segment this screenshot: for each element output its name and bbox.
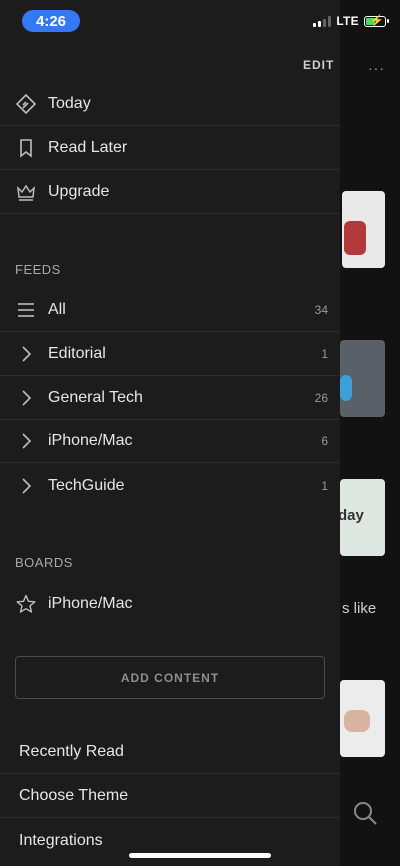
edit-button[interactable]: EDIT [303, 58, 334, 72]
menu-item-label: Choose Theme [19, 787, 129, 804]
feed-item-label: iPhone/Mac [48, 432, 133, 449]
article-thumbnail[interactable] [342, 191, 385, 268]
signal-icon [313, 15, 332, 27]
crown-icon [15, 181, 37, 203]
article-thumbnail[interactable] [340, 680, 385, 757]
status-indicators: LTE ⚡ [313, 14, 389, 28]
feeds-heading: FEEDS [15, 262, 61, 277]
article-title-fragment: s like [342, 600, 377, 617]
feed-item-label: All [48, 301, 66, 318]
chevron-right-icon[interactable] [15, 475, 37, 497]
menu-item-choose-theme[interactable]: Choose Theme [0, 775, 340, 818]
unread-count: 1 [321, 347, 328, 361]
nav-item-today[interactable]: Today [0, 83, 340, 126]
chevron-right-icon[interactable] [15, 387, 37, 409]
article-thumbnail-text: day [338, 507, 364, 524]
boards-heading: BOARDS [15, 555, 73, 570]
feed-item-label: General Tech [48, 389, 143, 406]
background-feed: day s like [338, 0, 400, 866]
feed-item-label: Editorial [48, 345, 106, 362]
feed-item-label: TechGuide [48, 476, 125, 494]
unread-count: 26 [314, 391, 328, 405]
status-time: 4:26 [22, 10, 80, 32]
menu-item-label: Integrations [19, 831, 103, 849]
unread-count: 34 [314, 303, 328, 317]
navigation-drawer: Today Read Later Upgrade FEEDS All 34 Ed… [0, 0, 340, 866]
nav-item-label: Today [48, 95, 91, 112]
nav-item-label: Upgrade [48, 183, 110, 200]
feed-item-general-tech[interactable]: General Tech 26 [0, 377, 340, 420]
board-item-iphone-mac[interactable]: iPhone/Mac [0, 582, 340, 625]
menu-item-label: Recently Read [19, 743, 124, 760]
feed-item-editorial[interactable]: Editorial 1 [0, 333, 340, 376]
nav-item-read-later[interactable]: Read Later [0, 127, 340, 170]
battery-icon: ⚡ [364, 15, 389, 27]
feedly-icon [15, 93, 37, 115]
nav-item-label: Read Later [48, 139, 128, 156]
more-options-icon[interactable]: ··· [368, 60, 385, 76]
article-thumbnail[interactable] [340, 340, 385, 417]
bookmark-icon [15, 137, 37, 159]
search-icon[interactable] [350, 798, 380, 828]
nav-item-upgrade[interactable]: Upgrade [0, 171, 340, 214]
chevron-right-icon[interactable] [15, 343, 37, 365]
status-bar: 4:26 LTE ⚡ [0, 0, 400, 44]
network-type: LTE [336, 14, 359, 28]
add-content-button[interactable]: ADD CONTENT [15, 656, 325, 699]
list-icon [15, 299, 37, 321]
unread-count: 6 [321, 434, 328, 448]
article-thumbnail[interactable]: day [338, 479, 385, 556]
feed-item-all[interactable]: All 34 [0, 289, 340, 332]
feed-item-iphone-mac[interactable]: iPhone/Mac 6 [0, 420, 340, 463]
feed-item-techguide[interactable]: TechGuide 1 [0, 464, 340, 507]
board-item-label: iPhone/Mac [48, 594, 133, 612]
home-indicator[interactable] [129, 853, 271, 858]
menu-item-recently-read[interactable]: Recently Read [0, 731, 340, 774]
star-icon [15, 593, 37, 615]
unread-count: 1 [321, 478, 328, 493]
chevron-right-icon[interactable] [15, 430, 37, 452]
